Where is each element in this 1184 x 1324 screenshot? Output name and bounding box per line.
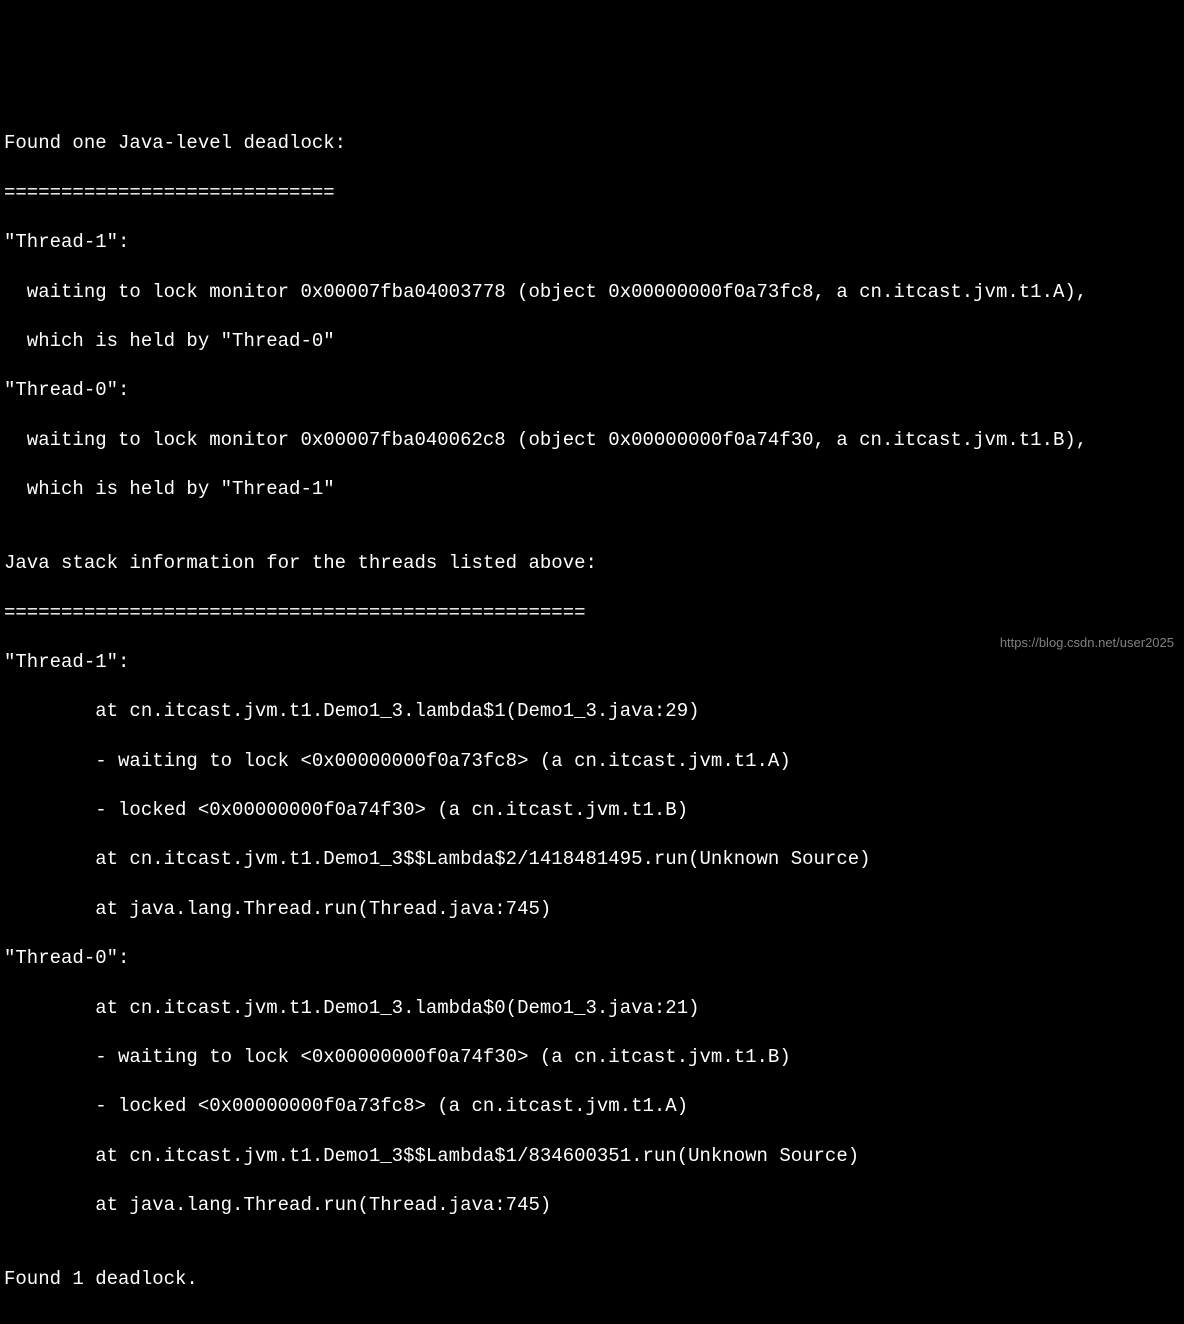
terminal-line: waiting to lock monitor 0x00007fba040037… <box>4 280 1180 305</box>
terminal-line: "Thread-0": <box>4 946 1180 971</box>
terminal-line: at cn.itcast.jvm.t1.Demo1_3.lambda$0(Dem… <box>4 996 1180 1021</box>
terminal-line: waiting to lock monitor 0x00007fba040062… <box>4 428 1180 453</box>
terminal-line: which is held by "Thread-1" <box>4 477 1180 502</box>
terminal-line: Found 1 deadlock. <box>4 1267 1180 1292</box>
terminal-line: ============================= <box>4 181 1180 206</box>
terminal-line: "Thread-1": <box>4 650 1180 675</box>
terminal-line: - locked <0x00000000f0a74f30> (a cn.itca… <box>4 798 1180 823</box>
terminal-line: at cn.itcast.jvm.t1.Demo1_3$$Lambda$1/83… <box>4 1144 1180 1169</box>
terminal-line: "Thread-1": <box>4 230 1180 255</box>
terminal-line: "Thread-0": <box>4 378 1180 403</box>
terminal-output: Found one Java-level deadlock: =========… <box>4 107 1180 1317</box>
terminal-line: - waiting to lock <0x00000000f0a73fc8> (… <box>4 749 1180 774</box>
terminal-line: Java stack information for the threads l… <box>4 551 1180 576</box>
terminal-line: at cn.itcast.jvm.t1.Demo1_3$$Lambda$2/14… <box>4 847 1180 872</box>
terminal-line: Found one Java-level deadlock: <box>4 131 1180 156</box>
watermark-text: https://blog.csdn.net/user2025 <box>1000 635 1174 652</box>
terminal-line: at java.lang.Thread.run(Thread.java:745) <box>4 897 1180 922</box>
terminal-line: ========================================… <box>4 601 1180 626</box>
terminal-line: at java.lang.Thread.run(Thread.java:745) <box>4 1193 1180 1218</box>
terminal-line: which is held by "Thread-0" <box>4 329 1180 354</box>
terminal-line: at cn.itcast.jvm.t1.Demo1_3.lambda$1(Dem… <box>4 699 1180 724</box>
terminal-line: - locked <0x00000000f0a73fc8> (a cn.itca… <box>4 1094 1180 1119</box>
terminal-line: - waiting to lock <0x00000000f0a74f30> (… <box>4 1045 1180 1070</box>
